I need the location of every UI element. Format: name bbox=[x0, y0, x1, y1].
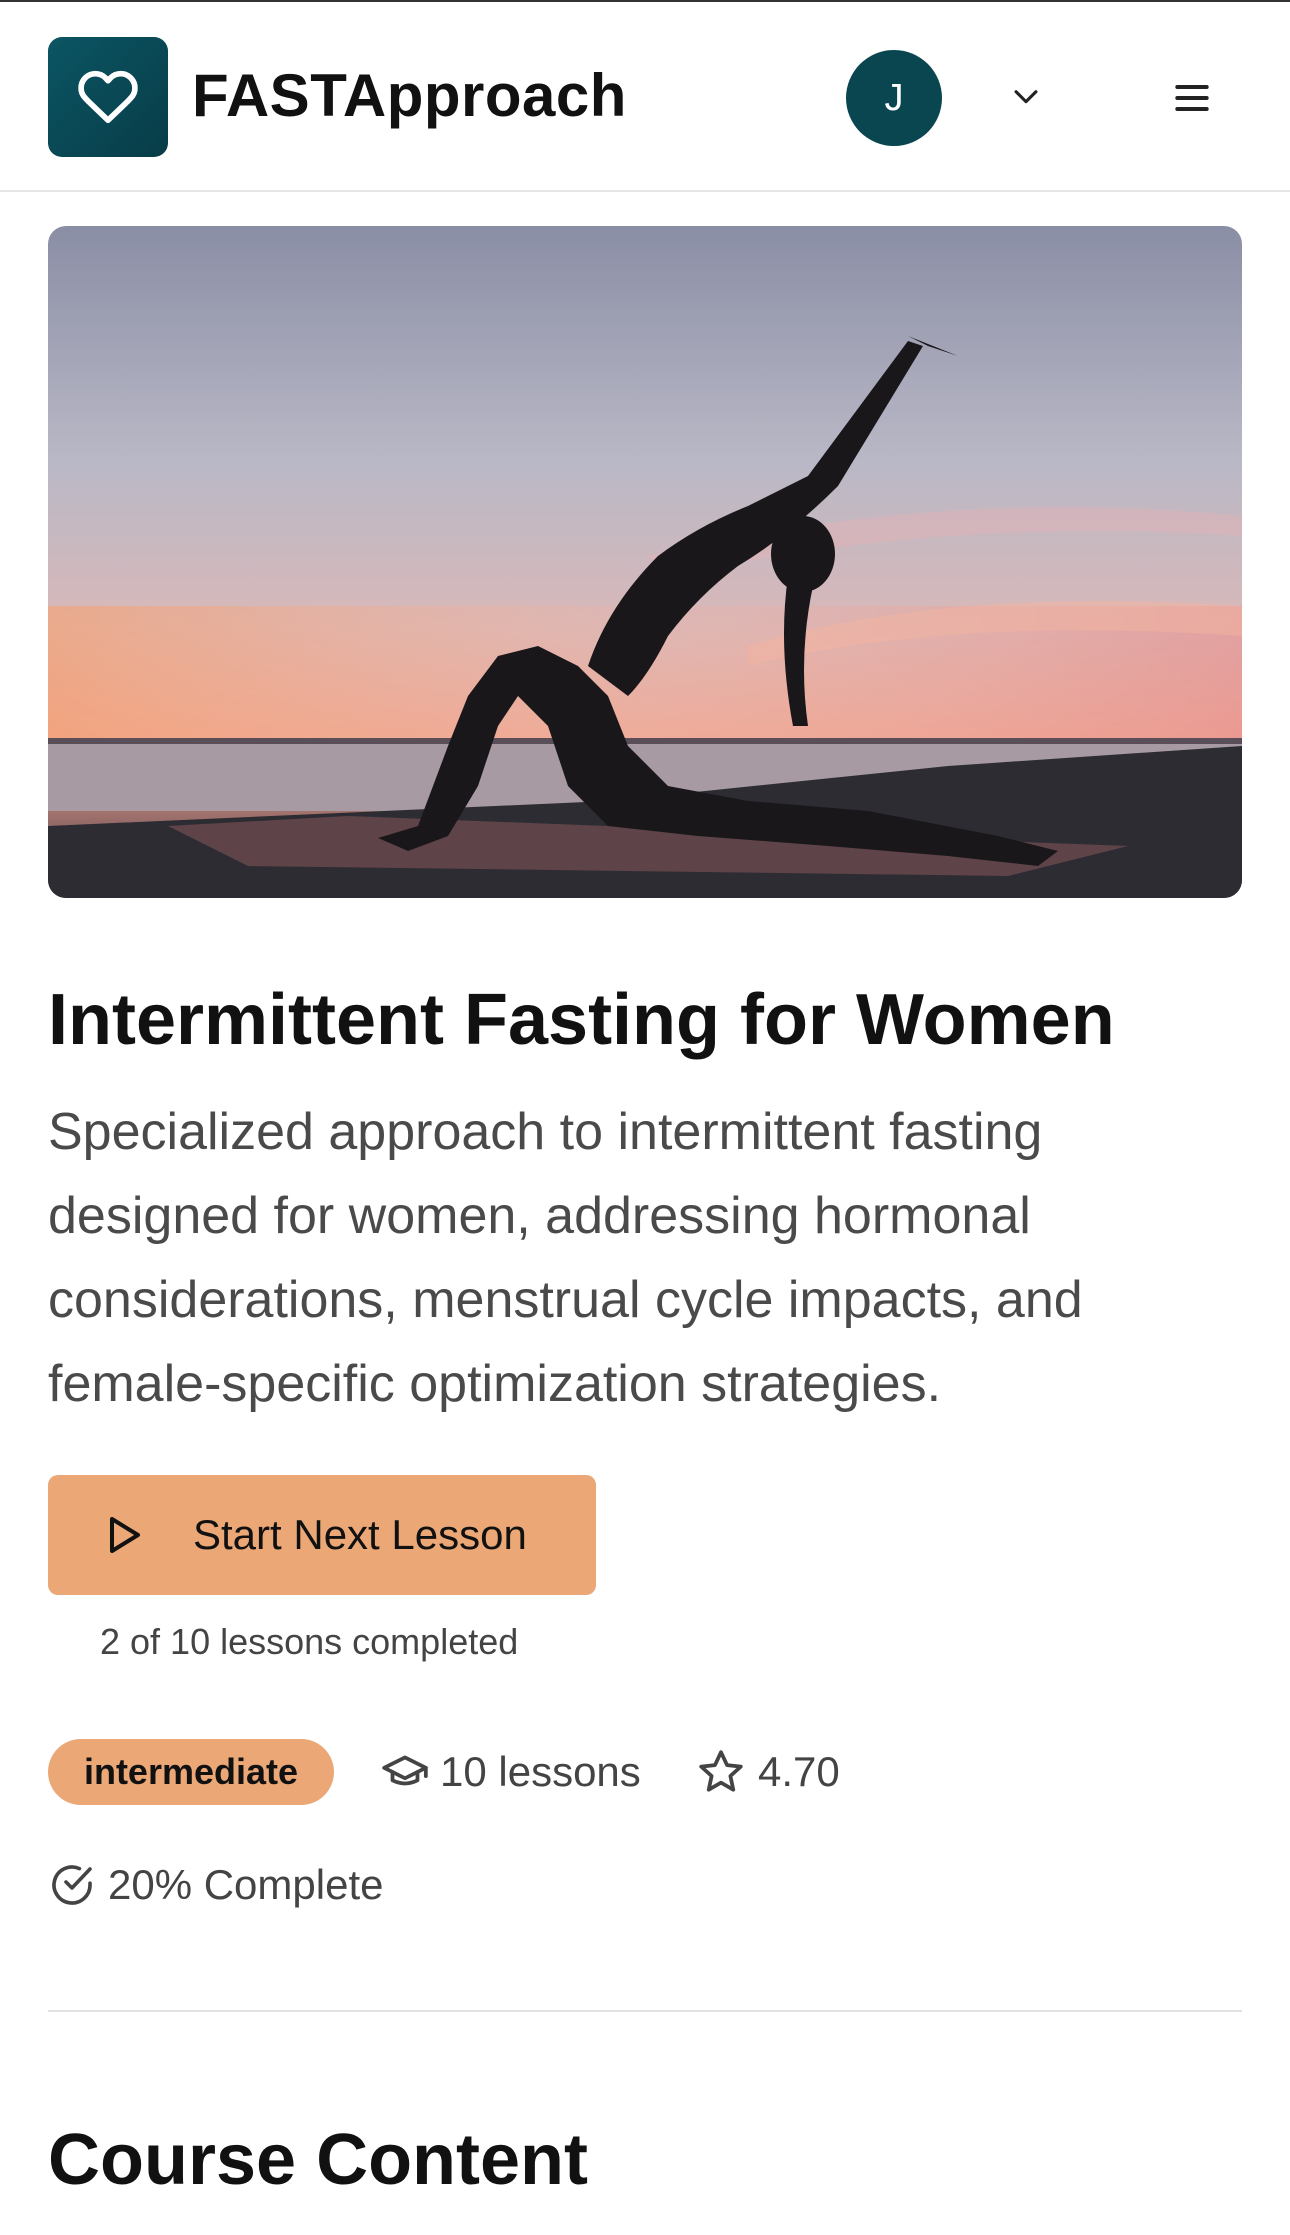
heart-icon bbox=[78, 70, 138, 124]
lessons-progress-text: 2 of 10 lessons completed bbox=[100, 1621, 519, 1662]
course-page: FASTApproach J Intermittent Fasting for … bbox=[0, 0, 1290, 2235]
logo[interactable] bbox=[48, 37, 168, 157]
account-dropdown-toggle[interactable] bbox=[1008, 78, 1044, 114]
course-rating: 4.70 bbox=[696, 1747, 840, 1797]
user-avatar[interactable]: J bbox=[846, 50, 942, 146]
menu-button[interactable] bbox=[1168, 74, 1216, 122]
play-icon bbox=[110, 1517, 140, 1553]
course-content-heading: Course Content bbox=[48, 2120, 588, 2200]
hamburger-menu-icon bbox=[1175, 84, 1209, 112]
app-header: FASTApproach J bbox=[0, 0, 1290, 192]
check-circle-icon bbox=[52, 1865, 92, 1905]
course-hero-image bbox=[48, 226, 1242, 898]
course-title: Intermittent Fasting for Women bbox=[48, 980, 1115, 1060]
lesson-count: 10 lessons bbox=[380, 1747, 641, 1797]
start-next-lesson-label: Start Next Lesson bbox=[193, 1511, 527, 1558]
course-meta: intermediate 10 lessons 4.70 bbox=[48, 1739, 1242, 1805]
star-icon bbox=[699, 1750, 743, 1792]
yoga-sunset-illustration bbox=[48, 226, 1242, 898]
graduation-cap-icon bbox=[382, 1755, 428, 1786]
rating-value: 4.70 bbox=[758, 1748, 840, 1795]
lesson-count-label: 10 lessons bbox=[440, 1748, 641, 1795]
avatar-initial: J bbox=[884, 76, 904, 119]
brand-name[interactable]: FASTApproach bbox=[192, 60, 627, 132]
start-next-lesson-button[interactable]: Start Next Lesson bbox=[48, 1475, 596, 1595]
completion-label: 20% Complete bbox=[108, 1861, 384, 1908]
completion-status: 20% Complete bbox=[48, 1858, 383, 1912]
section-divider bbox=[48, 2010, 1242, 2012]
level-badge: intermediate bbox=[48, 1739, 334, 1805]
chevron-down-icon bbox=[1014, 90, 1038, 104]
course-description: Specialized approach to intermittent fas… bbox=[48, 1103, 1083, 1413]
